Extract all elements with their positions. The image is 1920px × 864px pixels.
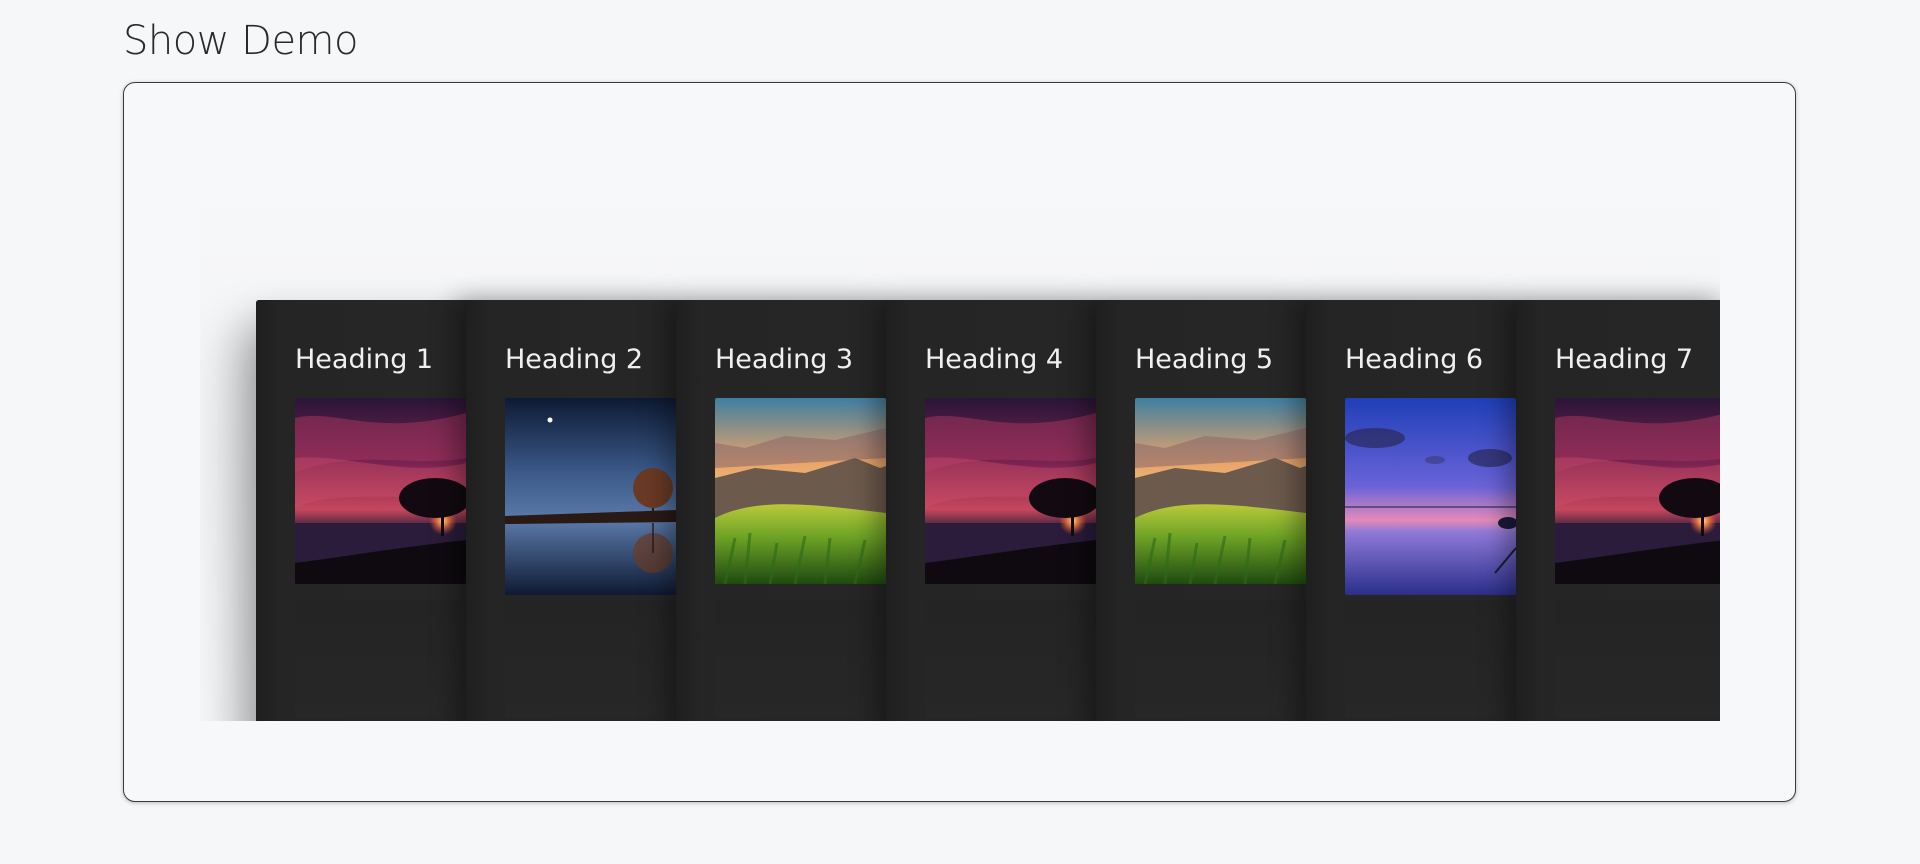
card-placeholder — [1135, 600, 1306, 718]
card-heading: Heading 3 — [715, 344, 854, 375]
card-heading: Heading 5 — [1135, 344, 1274, 375]
card-4[interactable]: Heading 4 — [886, 300, 1096, 721]
card-placeholder — [1345, 600, 1516, 718]
card-3[interactable]: Heading 3 — [676, 300, 886, 721]
card-placeholder — [715, 600, 886, 718]
card-1[interactable]: Heading 1 — [256, 300, 466, 721]
card-placeholder — [925, 600, 1096, 718]
card-5[interactable]: Heading 5 — [1096, 300, 1306, 721]
card-image-sunset-tree — [1555, 398, 1720, 584]
card-image-sunset-tree — [925, 398, 1096, 584]
card-heading: Heading 2 — [505, 344, 644, 375]
card-image-twilight-lake — [1345, 398, 1516, 595]
card-6[interactable]: Heading 6 — [1306, 300, 1516, 721]
card-heading: Heading 6 — [1345, 344, 1484, 375]
demo-frame: Heading 1 Heading 2 Heading 3 Heading 4 … — [123, 82, 1796, 802]
card-heading: Heading 1 — [295, 344, 434, 375]
card-placeholder — [295, 600, 466, 718]
card-image-night-tree — [505, 398, 676, 595]
card-image-sunset-tree — [295, 398, 466, 584]
card-image-mountain-meadow — [1135, 398, 1306, 584]
page-title: Show Demo — [123, 18, 359, 64]
card-placeholder — [1555, 600, 1720, 718]
card-strip: Heading 1 Heading 2 Heading 3 Heading 4 … — [256, 300, 1720, 721]
card-7[interactable]: Heading 7 — [1516, 300, 1720, 721]
card-image-mountain-meadow — [715, 398, 886, 584]
carousel-stage: Heading 1 Heading 2 Heading 3 Heading 4 … — [200, 165, 1720, 721]
card-2[interactable]: Heading 2 — [466, 300, 676, 721]
card-heading: Heading 7 — [1555, 344, 1694, 375]
card-placeholder — [505, 600, 676, 718]
card-heading: Heading 4 — [925, 344, 1064, 375]
